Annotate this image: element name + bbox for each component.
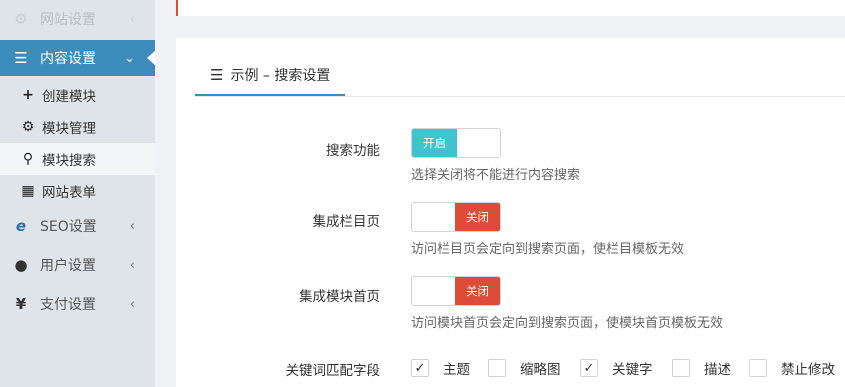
sidebar-subitem-module-management[interactable]: ⚙ 模块管理	[0, 111, 155, 143]
checkbox-unchecked-icon[interactable]	[488, 359, 506, 377]
ie-icon: e	[15, 217, 27, 235]
tab-label: 示例 – 搜索设置	[230, 67, 331, 84]
search-function-toggle[interactable]: 开启	[411, 128, 501, 158]
field-checkbox-keywords[interactable]: ✓ 关键字	[580, 358, 653, 378]
chevron-down-icon: ⌄	[124, 50, 135, 66]
toggle-off-label: 关闭	[455, 277, 500, 305]
field-checkbox-title[interactable]: ✓ 主题	[411, 358, 470, 378]
field-checkbox-description[interactable]: 描述	[672, 358, 731, 378]
checkbox-label: 禁止修改	[781, 362, 835, 378]
field-checkbox-thumbnail[interactable]: 缩略图	[488, 358, 561, 378]
search-function-help: 选择关闭将不能进行内容搜索	[411, 168, 581, 183]
integrate-module-home-label: 集成模块首页	[299, 289, 380, 305]
sidebar-subitem-site-forms[interactable]: ▦ 网站表单	[0, 175, 155, 207]
keyword-fields-label: 关键词匹配字段	[285, 363, 381, 379]
checkbox-checked-icon[interactable]: ✓	[580, 359, 598, 377]
search-function-label: 搜索功能	[326, 143, 380, 159]
sidebar-subitem-label: 网站表单	[42, 185, 96, 201]
list-icon: ☰	[210, 65, 224, 84]
sidebar-item-label: 用户设置	[40, 258, 96, 274]
chevron-left-icon: ‹	[129, 11, 135, 27]
checkbox-label: 关键字	[612, 362, 653, 378]
sidebar-item-content-settings[interactable]: ☰ 内容设置 ⌄	[0, 40, 156, 76]
checkbox-unchecked-icon[interactable]	[749, 359, 767, 377]
checkbox-label: 缩略图	[520, 362, 561, 378]
toggle-off-label: 关闭	[455, 203, 500, 231]
sidebar-subitem-label: 创建模块	[42, 89, 96, 105]
chevron-left-icon: ‹	[129, 257, 135, 273]
plus-icon: +	[22, 87, 34, 103]
integrate-category-toggle[interactable]: 关闭	[411, 202, 501, 232]
checkbox-unchecked-icon[interactable]	[672, 359, 690, 377]
integrate-category-help: 访问栏目页会定向到搜索页面，使栏目模板无效	[411, 242, 685, 257]
sidebar-item-user-settings[interactable]: ● 用户设置 ‹	[0, 247, 155, 283]
settings-panel: ☰ 示例 – 搜索设置 搜索功能 开启 选择关闭将不能进行内容搜索 集成栏目页 …	[176, 38, 845, 387]
sidebar-item-label: 支付设置	[40, 297, 96, 313]
integrate-module-home-toggle[interactable]: 关闭	[411, 276, 501, 306]
sidebar-item-site-settings[interactable]: ⚙ 网站设置 ‹	[0, 1, 155, 37]
tab-search-settings[interactable]: ☰ 示例 – 搜索设置	[195, 55, 345, 97]
integrate-category-label: 集成栏目页	[312, 214, 381, 230]
checkbox-label: 描述	[704, 362, 731, 378]
checkbox-checked-icon[interactable]: ✓	[411, 359, 429, 377]
sidebar-item-seo-settings[interactable]: e SEO设置 ‹	[0, 208, 155, 244]
alert-card	[176, 0, 845, 16]
sidebar-subitem-module-search[interactable]: ⚲ 模块搜索	[0, 143, 155, 175]
chevron-left-icon: ‹	[129, 218, 135, 234]
menu-icon: ☰	[14, 49, 28, 67]
checkbox-label: 主题	[443, 362, 470, 378]
sidebar-subitem-create-module[interactable]: + 创建模块	[0, 79, 155, 111]
sidebar: ⚙ 网站设置 ‹ ☰ 内容设置 ⌄ + 创建模块 ⚙ 模块管理 ⚲ 模块搜索 ▦…	[0, 0, 156, 387]
search-icon: ⚲	[22, 151, 34, 167]
sidebar-item-label: SEO设置	[40, 219, 97, 235]
sidebar-item-label: 网站设置	[40, 12, 96, 28]
integrate-module-home-help: 访问模块首页会定向到搜索页面，使模块首页模板无效	[411, 316, 724, 331]
table-icon: ▦	[21, 183, 35, 199]
chevron-left-icon: ‹	[129, 296, 135, 312]
user-icon: ●	[14, 256, 28, 274]
sidebar-subitem-label: 模块搜索	[42, 153, 96, 169]
sidebar-subitem-label: 模块管理	[42, 121, 96, 137]
yen-icon: ¥	[15, 295, 27, 313]
toggle-on-label: 开启	[412, 129, 457, 157]
tab-divider	[195, 96, 845, 97]
alert-accent	[176, 0, 178, 16]
gears-icon: ⚙	[21, 119, 35, 135]
field-checkbox-no-modify[interactable]: 禁止修改	[749, 358, 835, 378]
sidebar-item-label: 内容设置	[40, 51, 96, 67]
gear-icon: ⚙	[14, 10, 28, 28]
sidebar-item-payment-settings[interactable]: ¥ 支付设置 ‹	[0, 286, 155, 322]
